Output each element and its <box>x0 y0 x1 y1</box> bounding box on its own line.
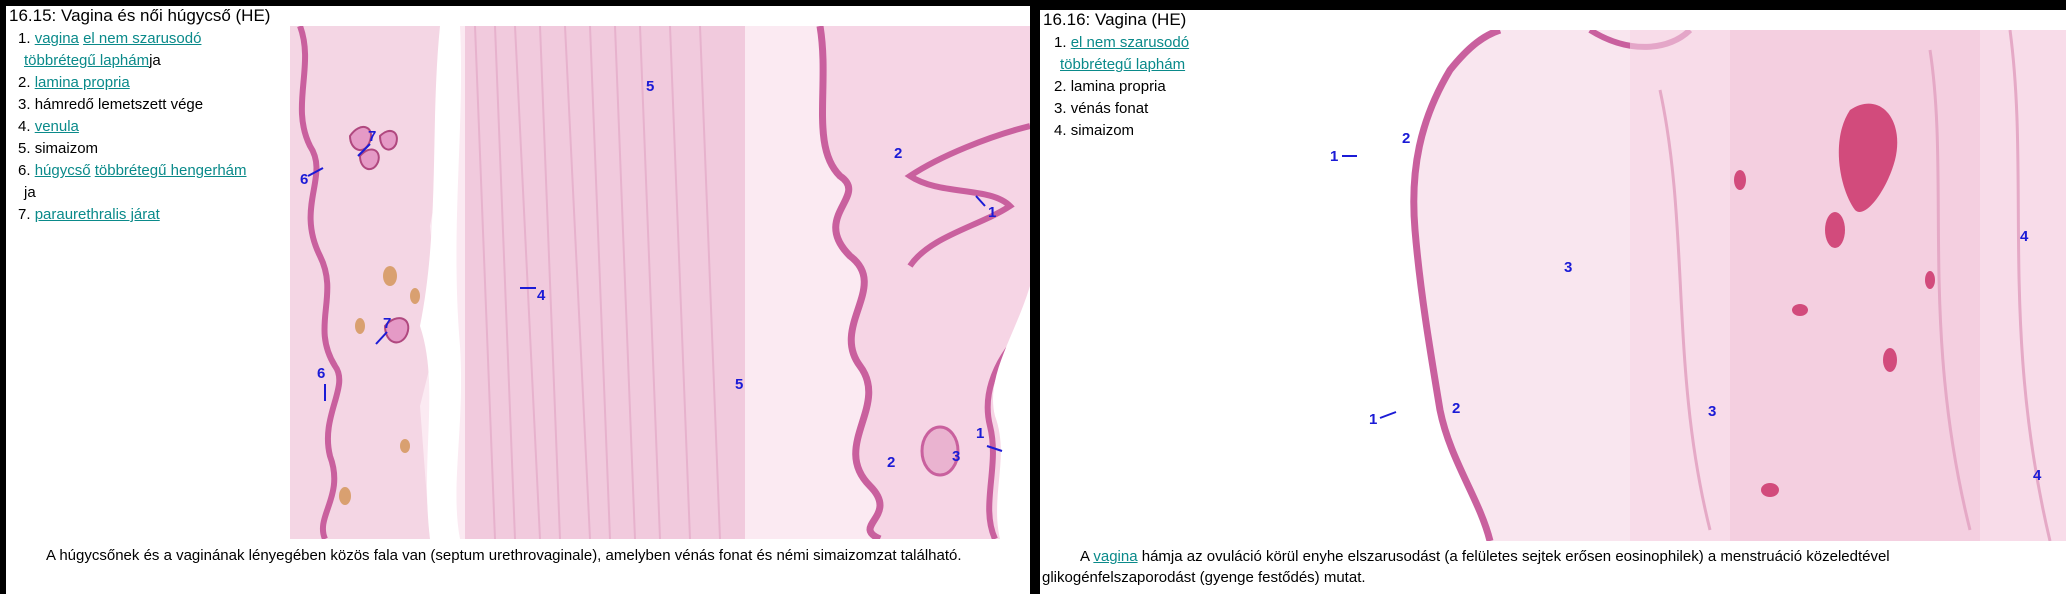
image-label: 6 <box>317 365 325 382</box>
image-label: 7 <box>383 315 391 332</box>
legend-link[interactable]: vagina <box>35 30 79 47</box>
legend-text: vénás fonat <box>1070 100 1149 117</box>
legend-item-continuation: ja <box>18 182 288 204</box>
panel-title: 16.15: Vagina és női húgycső (HE) <box>9 6 271 25</box>
legend-link[interactable]: paraurethralis járat <box>35 206 160 223</box>
legend-item: 2. lamina propria <box>1054 76 1254 98</box>
histology-image: 2 1 1 2 3 4 5 5 6 6 7 7 <box>290 26 1030 539</box>
image-label: 4 <box>2033 467 2042 484</box>
legend-text: simaizom <box>1070 122 1135 139</box>
legend-text: ja <box>149 52 161 69</box>
legend-number: 1. <box>1054 34 1067 51</box>
image-label: 7 <box>368 128 376 145</box>
legend-text: hámredő lemetszett vége <box>34 96 204 113</box>
legend-text: simaizom <box>34 140 99 157</box>
image-label: 2 <box>1452 400 1460 417</box>
legend-item: 6. húgycső többrétegű hengerhám <box>18 160 288 182</box>
legend-text: lamina propria <box>1070 78 1166 95</box>
legend-link[interactable]: többrétegű laphám <box>24 52 149 69</box>
legend-link[interactable]: el nem szarusodó <box>83 30 201 47</box>
caption-text-line2: glikogénfelszaporodást (gyenge festődés)… <box>1042 569 1366 586</box>
caption: A húgycsőnek és a vaginának lényegében k… <box>46 547 962 564</box>
legend-number: 7. <box>18 206 31 223</box>
image-label: 1 <box>976 425 984 442</box>
legend-link[interactable]: venula <box>35 118 79 135</box>
legend-link[interactable]: el nem szarusodó <box>1071 34 1189 51</box>
legend-link[interactable]: lamina propria <box>35 74 130 91</box>
legend-link[interactable]: többrétegű hengerhám <box>95 162 247 179</box>
image-label: 3 <box>1564 259 1572 276</box>
legend-number: 4. <box>1054 122 1067 139</box>
legend-link[interactable]: húgycső <box>35 162 91 179</box>
legend-number: 2. <box>18 74 31 91</box>
legend-number: 6. <box>18 162 31 179</box>
legend-link[interactable]: többrétegű laphám <box>1060 56 1185 73</box>
legend-number: 5. <box>18 140 31 157</box>
caption-link-vagina[interactable]: vagina <box>1093 548 1137 565</box>
image-label: 1 <box>1330 148 1338 165</box>
caption-text-after: hámja az ovuláció körül enyhe elszarusod… <box>1137 548 1890 565</box>
legend-number: 4. <box>18 118 31 135</box>
legend-number: 3. <box>18 96 31 113</box>
legend-list: 1. el nem szarusodó többrétegű laphám 2. l… <box>1054 32 1254 142</box>
legend-item: 3. vénás fonat <box>1054 98 1254 120</box>
legend-item: 2. lamina propria <box>18 72 288 94</box>
legend-list: 1. vagina el nem szarusodó többrétegű lap… <box>18 28 288 226</box>
image-label: 6 <box>300 171 308 188</box>
image-label: 2 <box>1402 130 1410 147</box>
caption-text-before: A <box>1080 548 1094 565</box>
legend-item: 4. simaizom <box>1054 120 1254 142</box>
legend-number: 2. <box>1054 78 1067 95</box>
legend-item: 5. simaizom <box>18 138 288 160</box>
legend-item: 1. el nem szarusodó <box>1054 32 1254 54</box>
legend-item: 3. hámredő lemetszett vége <box>18 94 288 116</box>
image-label: 5 <box>735 376 743 393</box>
panel-title: 16.16: Vagina (HE) <box>1043 10 1187 29</box>
legend-text: ja <box>24 184 36 201</box>
image-label: 1 <box>988 204 996 221</box>
image-label: 4 <box>2020 228 2029 245</box>
legend-item: 7. paraurethralis járat <box>18 204 288 226</box>
image-label: 2 <box>887 454 895 471</box>
image-label: 3 <box>952 448 960 465</box>
legend-number: 1. <box>18 30 31 47</box>
legend-number: 3. <box>1054 100 1067 117</box>
legend-item-continuation: többrétegű laphám <box>1054 54 1254 76</box>
histology-image: 1 1 2 2 3 3 4 4 <box>1330 30 2066 541</box>
image-label: 3 <box>1708 403 1716 420</box>
figure-panel-16-15: 16.15: Vagina és női húgycső (HE) 1. vag… <box>6 6 1030 594</box>
image-label: 1 <box>1369 411 1377 428</box>
figure-panel-16-16: 16.16: Vagina (HE) 1. el nem szarusodó tö… <box>1040 10 2066 594</box>
image-label: 2 <box>894 145 902 162</box>
legend-item: 1. vagina el nem szarusodó <box>18 28 288 50</box>
caption: A vagina hámja az ovuláció körül enyhe e… <box>1042 546 2060 588</box>
legend-item: 4. venula <box>18 116 288 138</box>
image-label: 5 <box>646 78 654 95</box>
image-label: 4 <box>537 287 546 304</box>
legend-item-continuation: többrétegű laphámja <box>18 50 288 72</box>
